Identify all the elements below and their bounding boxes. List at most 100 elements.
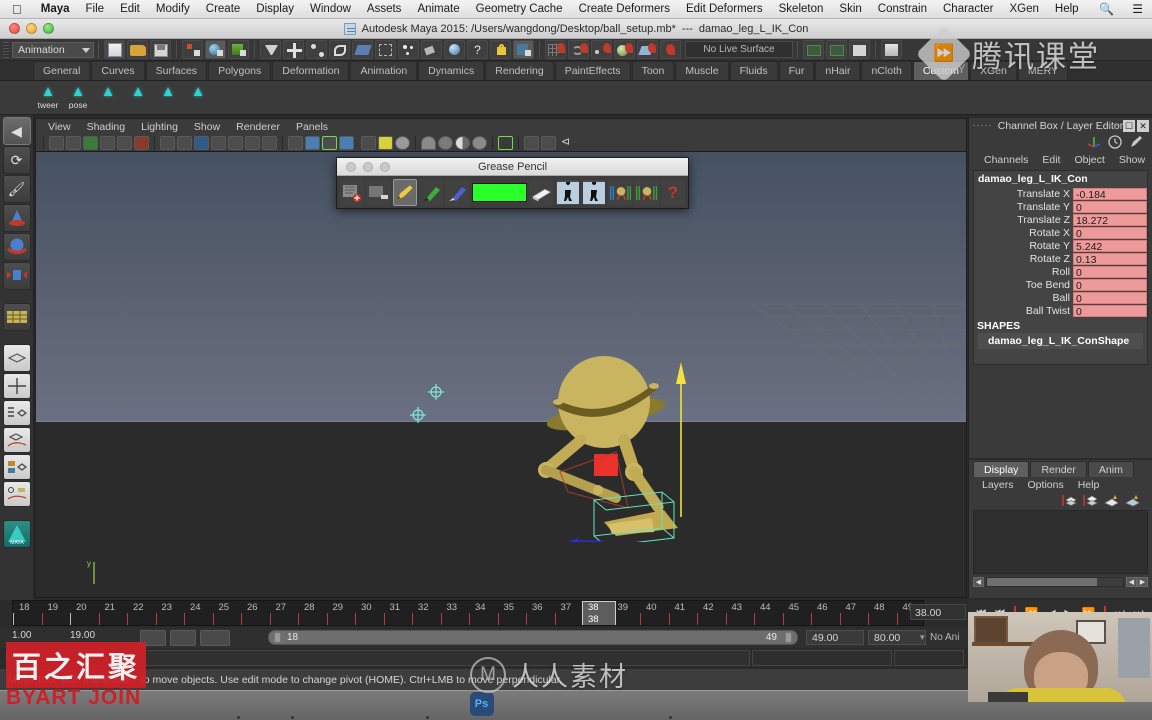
- tab-rendering[interactable]: Rendering: [485, 61, 554, 80]
- soft-select-icon[interactable]: [398, 40, 419, 59]
- tab-dynamics[interactable]: Dynamics: [418, 61, 485, 80]
- channel-row-rotate-x[interactable]: Rotate X 0: [974, 226, 1147, 239]
- outliner-persp-layout-button[interactable]: [2, 400, 31, 426]
- last-tool-used-button[interactable]: [2, 303, 31, 331]
- channel-row-translate-y[interactable]: Translate Y 0: [974, 200, 1147, 213]
- show-hide-attribute-editor-icon[interactable]: [849, 40, 870, 59]
- dock-item-calendar[interactable]: [902, 692, 926, 720]
- menu-skeleton[interactable]: Skeleton: [771, 0, 832, 19]
- shelf-button-5[interactable]: ▲: [153, 82, 183, 114]
- help-question-icon[interactable]: ?: [467, 40, 488, 59]
- blank-frame-icon[interactable]: [366, 179, 391, 206]
- open-scene-icon[interactable]: [127, 40, 148, 59]
- menu-display[interactable]: Display: [248, 0, 302, 19]
- pencil-icon[interactable]: [1129, 135, 1143, 149]
- channel-value-field[interactable]: 0: [1073, 278, 1147, 291]
- layer-up-icon[interactable]: [1104, 494, 1119, 507]
- layer-menu-help[interactable]: Help: [1071, 479, 1107, 491]
- outline-cube-icon[interactable]: [541, 136, 556, 150]
- tab-custom[interactable]: Custom: [912, 61, 970, 80]
- dock-item-image-viewer[interactable]: [821, 692, 845, 720]
- shelf-button-6[interactable]: ▲: [183, 82, 213, 114]
- tab-polygons[interactable]: Polygons: [208, 61, 272, 80]
- dock-item-notes[interactable]: [335, 692, 359, 720]
- chevron-down-icon[interactable]: ▾: [920, 632, 925, 643]
- soft-pencil-tool-icon[interactable]: [445, 179, 470, 206]
- select-by-object-icon[interactable]: [205, 40, 226, 59]
- tab-curves[interactable]: Curves: [91, 61, 145, 80]
- snap-to-view-plane-icon[interactable]: [637, 40, 658, 59]
- tab-deformation[interactable]: Deformation: [272, 61, 350, 80]
- tab-nhair[interactable]: nHair: [815, 61, 861, 80]
- undock-icon[interactable]: ☐: [1123, 120, 1135, 132]
- tab-fur[interactable]: Fur: [778, 61, 815, 80]
- persp-graph-layout-button[interactable]: [2, 427, 31, 453]
- ball-character-rig[interactable]: [476, 342, 736, 542]
- manipulator-icon[interactable]: [1087, 135, 1101, 149]
- playback-end-field[interactable]: 80.00: [868, 630, 926, 645]
- dock-item-nuke[interactable]: [632, 692, 656, 720]
- menu-edit-deformers[interactable]: Edit Deformers: [678, 0, 771, 19]
- dock-item-mudbox[interactable]: [659, 692, 683, 720]
- dock-item-photoshop[interactable]: Ps: [469, 691, 494, 720]
- new-layer-icon[interactable]: [1062, 494, 1077, 507]
- horizontal-scrollbar-thumb[interactable]: [987, 578, 1097, 586]
- show-manipulator-icon[interactable]: [375, 40, 396, 59]
- scale-tool-button[interactable]: [2, 262, 31, 290]
- time-slider[interactable]: 18 19 20 21 22 23 24 25 26 27 28 29 30 3…: [0, 600, 968, 626]
- menu-help[interactable]: Help: [1047, 0, 1087, 19]
- screen-space-ao-icon[interactable]: [245, 136, 260, 150]
- tab-render-layers[interactable]: Render: [1030, 461, 1087, 477]
- viewport-menu-panels[interactable]: Panels: [288, 119, 336, 135]
- menu-assets[interactable]: Assets: [359, 0, 410, 19]
- tab-xgen[interactable]: XGen: [970, 61, 1017, 80]
- marker-tool-icon[interactable]: [418, 179, 444, 206]
- hypershade-persp-layout-button[interactable]: [2, 454, 31, 480]
- tab-toon[interactable]: Toon: [631, 61, 675, 80]
- snap-to-curve-icon[interactable]: [568, 40, 589, 59]
- maya-logo-button[interactable]: MAYA: [2, 520, 31, 548]
- menu-modify[interactable]: Modify: [148, 0, 198, 19]
- default-material-icon[interactable]: [395, 136, 410, 150]
- character-set-selector[interactable]: No Ani: [930, 632, 959, 643]
- channel-value-field[interactable]: 0.13: [1073, 252, 1147, 265]
- channel-box-menu-channels[interactable]: Channels: [977, 154, 1035, 166]
- use-all-lights-icon[interactable]: [211, 136, 226, 150]
- onion-skin-previous-icon[interactable]: [555, 179, 580, 206]
- dock-item-preview[interactable]: [362, 692, 386, 720]
- shadows-icon[interactable]: [228, 136, 243, 150]
- four-view-layout-button[interactable]: [2, 373, 31, 399]
- snap-to-projected-center-icon[interactable]: [614, 40, 635, 59]
- make-live-icon[interactable]: [660, 40, 681, 59]
- channel-box-attribute-list[interactable]: damao_leg_L_IK_Con Translate X -0.184 Tr…: [973, 170, 1148, 365]
- range-slider-left-handle[interactable]: [274, 632, 281, 643]
- xray-active-components-icon[interactable]: [322, 136, 337, 150]
- layer-down-icon[interactable]: [1125, 494, 1140, 507]
- command-input[interactable]: [30, 650, 750, 666]
- lock-icon[interactable]: [490, 40, 511, 59]
- channel-box-menu-show[interactable]: Show: [1112, 154, 1152, 166]
- rotate-tool-button[interactable]: [2, 233, 31, 261]
- next-frame-icon[interactable]: [634, 179, 659, 206]
- menu-create-deformers[interactable]: Create Deformers: [571, 0, 678, 19]
- paint-weights-icon[interactable]: [421, 40, 442, 59]
- lasso-select-tool-button[interactable]: ⟳: [2, 146, 31, 174]
- highlight-selected-icon[interactable]: [378, 136, 393, 150]
- tab-ncloth[interactable]: nCloth: [861, 61, 912, 80]
- color-swatch[interactable]: [471, 183, 528, 202]
- menu-window[interactable]: Window: [302, 0, 359, 19]
- tab-animation[interactable]: Animation: [350, 61, 418, 80]
- menu-geometry-cache[interactable]: Geometry Cache: [468, 0, 571, 19]
- time-slider-ticks[interactable]: 18 19 20 21 22 23 24 25 26 27 28 29 30 3…: [12, 600, 924, 626]
- share-icon[interactable]: ⊲: [558, 136, 573, 150]
- move-tool-icon[interactable]: [283, 40, 304, 59]
- range-slider-bar[interactable]: 18 49: [268, 630, 798, 645]
- shadow-mode-icon[interactable]: [455, 136, 470, 150]
- viewport-menu-view[interactable]: View: [40, 119, 79, 135]
- channel-box-menu-object[interactable]: Object: [1067, 154, 1111, 166]
- dock-item-maya-1[interactable]: [578, 692, 602, 720]
- light-mode-all-icon[interactable]: [438, 136, 453, 150]
- tab-anim-layers[interactable]: Anim: [1087, 461, 1134, 477]
- apple-logo-icon[interactable]: : [0, 3, 33, 16]
- menu-maya[interactable]: Maya: [33, 0, 78, 19]
